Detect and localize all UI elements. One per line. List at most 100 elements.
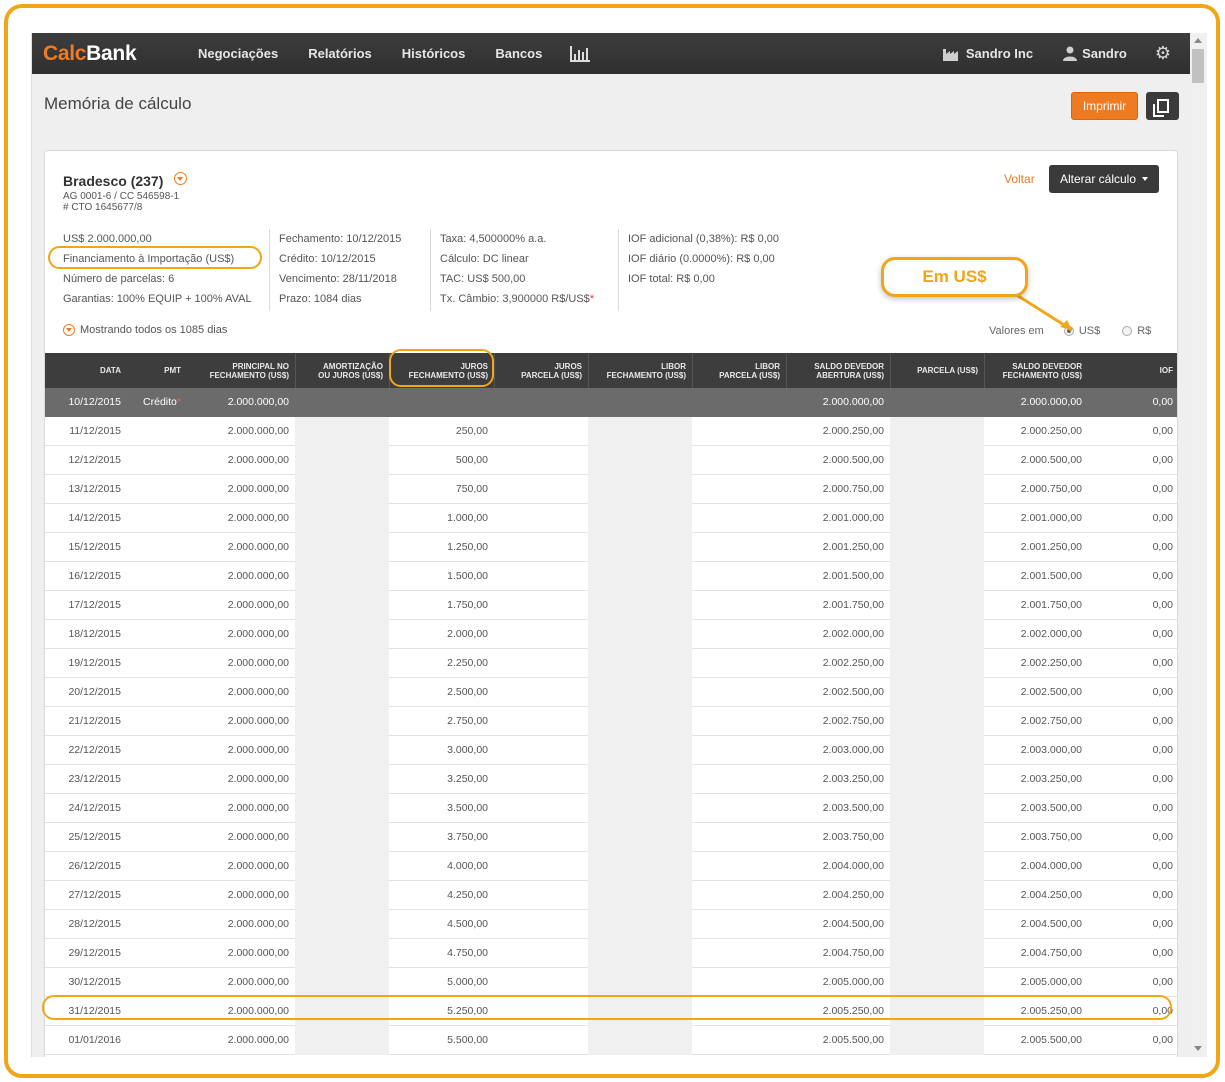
nav-bancos[interactable]: Bancos [495, 46, 542, 61]
radio-brl[interactable] [1122, 326, 1133, 336]
cell-empty [890, 852, 984, 881]
cell-empty [588, 446, 692, 475]
installments-count: Número de parcelas: 6 [63, 273, 175, 285]
cell-saldo-abertura: 2.003.750,00 [822, 831, 884, 843]
cell-principal: 2.000.000,00 [227, 483, 289, 495]
copy-button[interactable] [1146, 92, 1179, 120]
vertical-scrollbar[interactable] [1190, 33, 1207, 1057]
cell-empty [890, 910, 984, 939]
cell-empty [295, 562, 389, 591]
info-column-2: Fechamento: 10/12/2015 Crédito: 10/12/20… [269, 229, 429, 311]
cell-principal: 2.000.000,00 [227, 715, 289, 727]
nav-negociacoes[interactable]: Negociações [198, 46, 278, 61]
cell-date: 20/12/2015 [68, 686, 121, 698]
exchange-rate: Tx. Câmbio: 3,900000 R$/US$* [440, 293, 595, 305]
cell-date: 28/12/2015 [68, 918, 121, 930]
table-row: 19/12/2015 2.000.000,00 2.250,00 2.002.250,… [45, 649, 1177, 678]
back-link[interactable]: Voltar [1004, 172, 1035, 186]
cell-iof: 0,00 [1152, 773, 1173, 785]
table-row: 01/01/2016 2.000.000,00 5.500,00 2.005.500,… [45, 1026, 1177, 1055]
cell-iof: 0,00 [1152, 541, 1173, 553]
cell-principal: 2.000.000,00 [227, 454, 289, 466]
cell-saldo-abertura: 2.005.500,00 [822, 1034, 884, 1046]
cell-iof: 0,00 [1152, 947, 1173, 959]
cell-principal: 2.000.000,00 [227, 686, 289, 698]
cell-saldo-fechamento: 2.000.250,00 [1020, 425, 1082, 437]
cell-saldo-abertura: 2.000.750,00 [822, 483, 884, 495]
cell-empty [588, 620, 692, 649]
scroll-down-icon[interactable] [1194, 1046, 1202, 1051]
table-row: 11/12/2015 2.000.000,00 250,00 2.000.250,00… [45, 417, 1177, 446]
cell-saldo-fechamento: 2.002.000,00 [1020, 628, 1082, 640]
maturity-date: Vencimento: 28/11/2018 [279, 273, 397, 285]
cell-date: 26/12/2015 [68, 860, 121, 872]
scroll-thumb[interactable] [1192, 49, 1204, 83]
show-all-days-toggle[interactable]: Mostrando todos os 1085 dias [63, 324, 227, 336]
required-mark: * [589, 293, 595, 305]
cell-iof: 0,00 [1152, 628, 1173, 640]
cell-saldo-abertura: 2.000.250,00 [822, 425, 884, 437]
cell-saldo-fechamento: 2.003.250,00 [1020, 773, 1082, 785]
cell-empty [890, 678, 984, 707]
table-row: 14/12/2015 2.000.000,00 1.000,00 2.001.000,… [45, 504, 1177, 533]
cell-saldo-abertura: 2.002.500,00 [822, 686, 884, 698]
copy-icon [1152, 99, 1169, 117]
closing-date: Fechamento: 10/12/2015 [279, 233, 402, 245]
bank-account: AG 0001-6 / CC 546598-1 [63, 191, 180, 202]
cell-saldo-abertura: 2.002.000,00 [822, 628, 884, 640]
cell-juros-fechamento: 750,00 [455, 483, 488, 495]
company-menu[interactable]: Sandro Inc [942, 46, 1033, 61]
chevron-down-icon [63, 324, 75, 336]
cell-principal: 2.000.000,00 [227, 599, 289, 611]
cell-empty [295, 649, 389, 678]
cell-saldo-abertura: 2.003.000,00 [822, 744, 884, 756]
scroll-up-icon[interactable] [1194, 38, 1202, 43]
cell-saldo-abertura: 2.001.500,00 [822, 570, 884, 582]
cell-saldo-fechamento: 2.002.250,00 [1020, 657, 1082, 669]
cell-saldo-fechamento: 2.004.000,00 [1020, 860, 1082, 872]
cell-iof: 0,00 [1152, 425, 1173, 437]
cell-empty [890, 794, 984, 823]
bank-contract: # CTO 1645677/8 [63, 202, 143, 213]
user-menu[interactable]: Sandro [1063, 46, 1127, 61]
bar-chart-icon[interactable] [570, 45, 591, 62]
cell-saldo-fechamento: 2.005.000,00 [1020, 976, 1082, 988]
chevron-down-icon[interactable] [174, 172, 187, 185]
cell-date: 01/01/2016 [68, 1034, 121, 1046]
cell-saldo-fechamento: 2.000.750,00 [1020, 483, 1082, 495]
nav-historicos[interactable]: Históricos [402, 46, 466, 61]
table-row: 17/12/2015 2.000.000,00 1.750,00 2.001.750,… [45, 591, 1177, 620]
cell-empty [890, 1026, 984, 1055]
cell-iof: 0,00 [1152, 976, 1173, 988]
cell-iof: 0,00 [1152, 454, 1173, 466]
highlight-juros-column [389, 349, 494, 387]
cell-empty [588, 1026, 692, 1055]
cell-juros-fechamento: 3.750,00 [447, 831, 488, 843]
cell-empty [890, 475, 984, 504]
cell-empty [890, 533, 984, 562]
iof-total: IOF total: R$ 0,00 [628, 273, 715, 285]
cell-iof: 0,00 [1152, 802, 1173, 814]
nav-relatorios[interactable]: Relatórios [308, 46, 372, 61]
cell-juros-fechamento: 1.250,00 [447, 541, 488, 553]
cell-empty [588, 417, 692, 446]
cell-empty [295, 823, 389, 852]
cell-date: 19/12/2015 [68, 657, 121, 669]
print-button[interactable]: Imprimir [1071, 92, 1138, 120]
cell-saldo-abertura: 2.001.750,00 [822, 599, 884, 611]
gear-icon[interactable]: ⚙ [1155, 43, 1171, 64]
app-logo[interactable]: CalcBank [43, 42, 198, 66]
table-row: 26/12/2015 2.000.000,00 4.000,00 2.004.000,… [45, 852, 1177, 881]
cell-saldo-abertura: 2.000.000,00 [822, 396, 884, 408]
cell-iof: 0,00 [1152, 570, 1173, 582]
cell-saldo-fechamento: 2.004.250,00 [1020, 889, 1082, 901]
table-row: 25/12/2015 2.000.000,00 3.750,00 2.003.750,… [45, 823, 1177, 852]
cell-saldo-fechamento: 2.001.000,00 [1020, 512, 1082, 524]
cell-date: 14/12/2015 [68, 512, 121, 524]
cell-saldo-abertura: 2.003.500,00 [822, 802, 884, 814]
alter-calc-button[interactable]: Alterar cálculo [1049, 165, 1159, 193]
cell-juros-fechamento: 4.750,00 [447, 947, 488, 959]
cell-empty [890, 736, 984, 765]
cell-empty [295, 504, 389, 533]
cell-empty [295, 707, 389, 736]
